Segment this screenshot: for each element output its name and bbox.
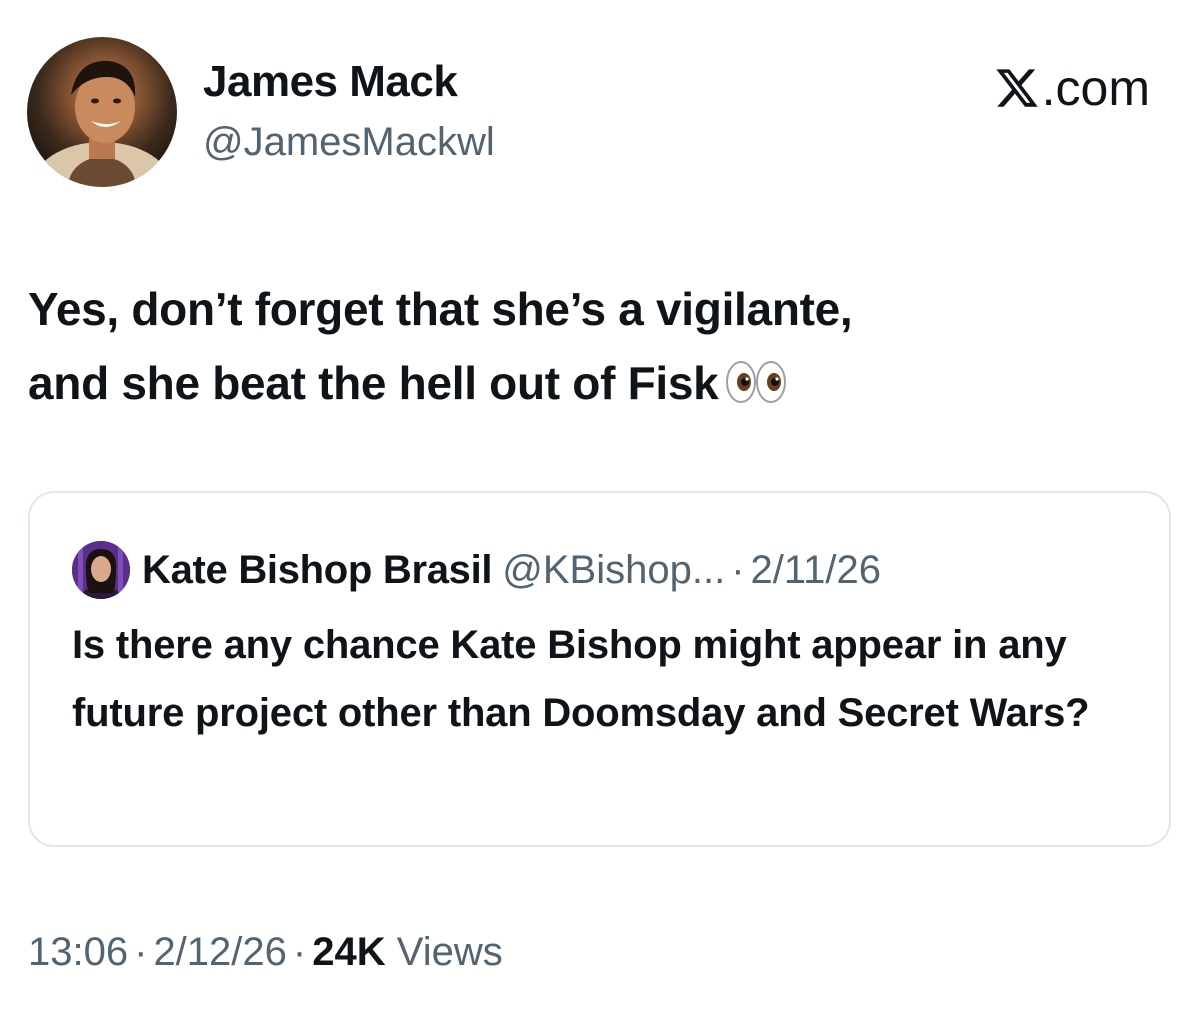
eyes-emoji-icon (726, 361, 787, 403)
quoted-tweet-date[interactable]: 2/11/26 (751, 548, 882, 593)
avatar-photo (32, 60, 172, 187)
quoted-tweet-header: Kate Bishop Brasil @KBishop... · 2/11/26 (72, 541, 881, 599)
views-count: 24K (312, 930, 386, 974)
quoted-tweet-text: Is there any chance Kate Bishop might ap… (72, 623, 1090, 735)
tweet-text-line-1: Yes, don’t forget that she’s a vigilante… (28, 283, 853, 335)
tweet-text-line-2: and she beat the hell out of Fisk (28, 357, 719, 409)
quoted-author-avatar[interactable] (72, 541, 130, 599)
brand-domain-label: .com (1041, 60, 1150, 116)
tweet-date[interactable]: 2/12/26 (153, 930, 286, 974)
author-handle[interactable]: @JamesMackwl (203, 118, 495, 166)
tweet-time[interactable]: 13:06 (28, 930, 128, 974)
views-label: Views (396, 930, 503, 974)
x-logo-icon (996, 69, 1038, 107)
tweet-meta: 13:06 · 2/12/26 · 24K Views (28, 924, 503, 980)
author-display-name[interactable]: James Mack (203, 56, 458, 108)
tweet-text-line-2-wrap: and she beat the hell out of Fisk (28, 346, 1158, 420)
quoted-avatar-photo (72, 541, 130, 599)
meta-separator-1: · (134, 930, 148, 974)
quoted-tweet-card[interactable]: Kate Bishop Brasil @KBishop... · 2/11/26… (28, 491, 1171, 847)
meta-separator-2: · (292, 930, 307, 974)
author-avatar[interactable] (27, 37, 177, 187)
quoted-author-display-name[interactable]: Kate Bishop Brasil (142, 548, 493, 593)
quoted-author-handle[interactable]: @KBishop... (502, 548, 725, 593)
quoted-separator: · (731, 547, 745, 592)
tweet-text: Yes, don’t forget that she’s a vigilante… (28, 272, 1158, 420)
brand-watermark: .com (994, 58, 1150, 118)
